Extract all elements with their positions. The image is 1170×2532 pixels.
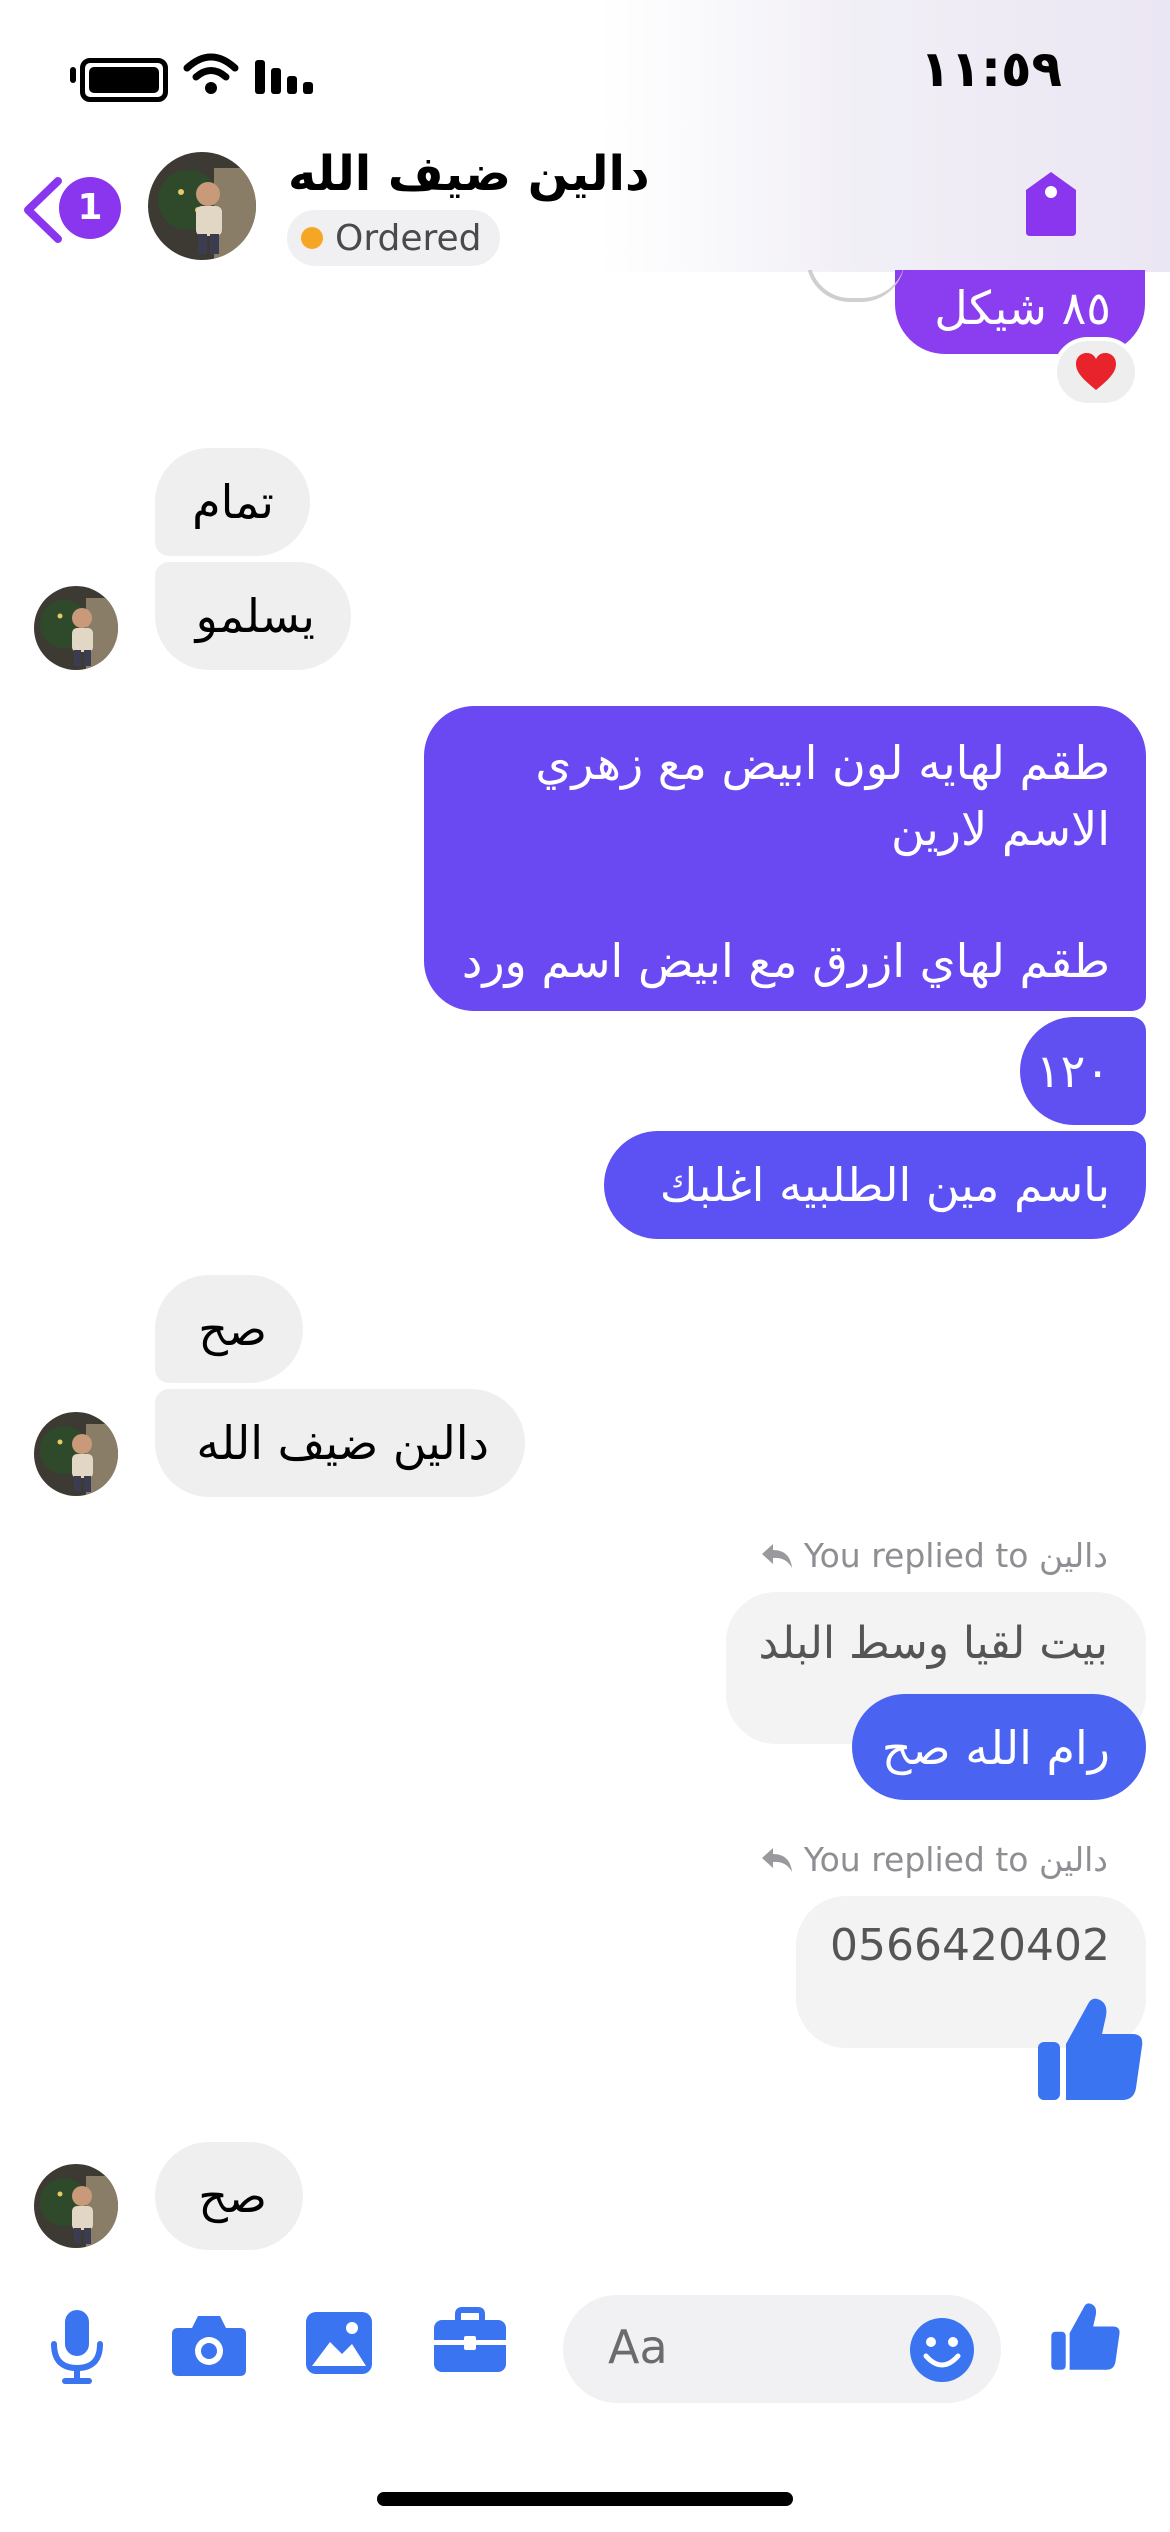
message-incoming[interactable]: صح — [155, 2142, 303, 2250]
cellular-signal-icon — [255, 60, 313, 94]
message-text: يسلمو — [195, 589, 315, 643]
message-outgoing[interactable]: ١٢٠ — [1020, 1017, 1146, 1125]
message-text: ٨٥ شيكل — [934, 281, 1111, 335]
message-incoming[interactable]: يسلمو — [155, 562, 351, 670]
status-dot — [301, 227, 323, 249]
message-text: باسم مين الطلبيه اغلبك — [659, 1158, 1110, 1212]
message-line-blank — [460, 862, 1110, 928]
message-line: الاسم لارين — [890, 802, 1110, 856]
sender-avatar[interactable] — [34, 2164, 118, 2248]
message-line: طقم لهايه لون ابيض مع زهري — [535, 736, 1110, 790]
battery-icon — [80, 58, 168, 102]
message-line: طقم لهاي ازرق مع ابيض اسم ورد — [461, 934, 1110, 988]
message-text: ١٢٠ — [1035, 1044, 1110, 1098]
message-outgoing[interactable]: باسم مين الطلبيه اغلبك — [604, 1131, 1146, 1239]
emoji-icon[interactable] — [908, 2316, 976, 2384]
wifi-icon — [183, 53, 239, 94]
status-time-display: ١١:٥٩ — [920, 40, 1063, 98]
thumbs-up-sticker-icon[interactable] — [1036, 1996, 1146, 2104]
sender-avatar[interactable] — [34, 1412, 118, 1496]
home-indicator — [377, 2492, 793, 2506]
message-text: صح — [198, 1302, 267, 1356]
order-status-chip[interactable]: Ordered — [287, 210, 500, 266]
back-chevron-icon[interactable] — [20, 175, 64, 245]
gallery-icon[interactable] — [304, 2310, 374, 2376]
reply-arrow-icon — [761, 1543, 792, 1568]
order-tag-icon[interactable] — [1020, 170, 1082, 238]
message-incoming[interactable]: تمام — [155, 448, 310, 556]
message-outgoing[interactable]: طقم لهايه لون ابيض مع زهري الاسم لارين ط… — [424, 706, 1146, 1011]
battery-cap — [70, 67, 76, 83]
unread-count-badge[interactable]: 1 — [59, 177, 121, 239]
reaction-badge[interactable] — [1053, 337, 1139, 407]
message-outgoing[interactable]: رام الله صح — [852, 1694, 1146, 1800]
message-incoming[interactable]: دالين ضيف الله — [155, 1389, 525, 1497]
sender-avatar[interactable] — [34, 586, 118, 670]
message-text: تمام — [192, 475, 274, 529]
message-input-placeholder: Aa — [608, 2320, 668, 2374]
message-incoming[interactable]: صح — [155, 1275, 303, 1383]
reply-label-text: You replied to دالين — [803, 1840, 1108, 1879]
quoted-text: بيت لقيا وسط البلد — [758, 1618, 1109, 1669]
header-bar-right — [600, 0, 1170, 270]
message-text: صح — [198, 2169, 267, 2223]
order-status-label: Ordered — [335, 217, 482, 259]
microphone-icon[interactable] — [48, 2308, 106, 2388]
reply-context-label: You replied to دالين — [760, 1536, 1108, 1575]
message-text: دالين ضيف الله — [196, 1416, 489, 1470]
heart-icon — [1076, 353, 1116, 390]
quoted-text: 0566420402 — [830, 1920, 1110, 1971]
camera-icon[interactable] — [170, 2312, 248, 2378]
message-text: رام الله صح — [881, 1721, 1110, 1775]
thumbs-up-send-icon[interactable] — [1050, 2298, 1122, 2376]
contact-name[interactable]: دالين ضيف الله — [288, 146, 650, 202]
reply-context-label: You replied to دالين — [760, 1840, 1108, 1879]
reply-label-text: You replied to دالين — [803, 1536, 1108, 1575]
reply-arrow-icon — [761, 1847, 792, 1872]
contact-avatar[interactable] — [148, 152, 256, 260]
briefcase-icon[interactable] — [432, 2306, 508, 2376]
